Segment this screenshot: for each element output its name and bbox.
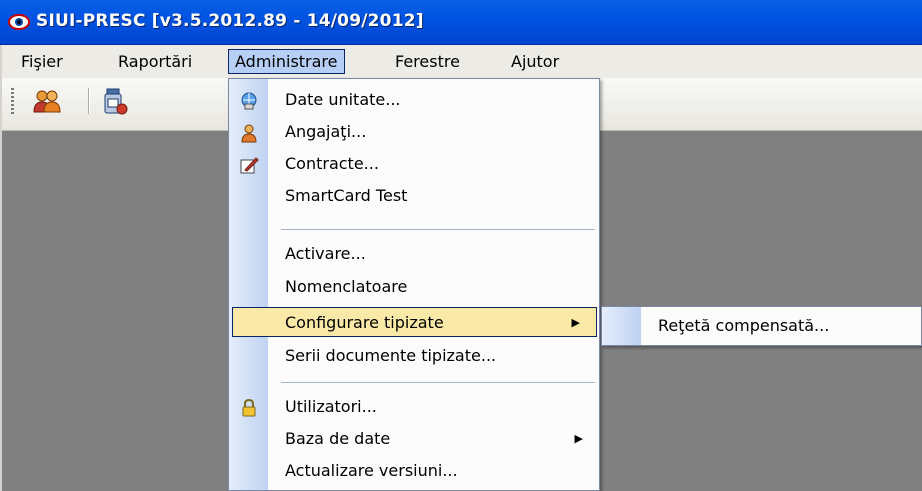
menu-ferestre[interactable]: Ferestre <box>388 49 467 74</box>
window-title: SIUI-PRESC [v3.5.2012.89 - 14/09/2012] <box>36 11 424 31</box>
menu-item-label: Configurare tipizate <box>285 313 444 332</box>
menu-item-smartcard-test[interactable]: SmartCard Test <box>229 181 599 211</box>
menu-item-date-unitate[interactable]: Date unitate... <box>229 85 599 115</box>
window-left-border <box>0 45 2 491</box>
submenu-arrow-icon: ▶ <box>574 432 583 445</box>
menu-item-actualizare-versiuni[interactable]: Actualizare versiuni... <box>229 456 599 486</box>
menu-item-label: Nomenclatoare <box>285 277 408 296</box>
menu-fisier[interactable]: Fişier <box>14 49 70 74</box>
submenu-arrow-icon: ▶ <box>571 316 580 329</box>
menu-item-label: SmartCard Test <box>285 186 408 205</box>
menu-item-label: Baza de date <box>285 429 391 448</box>
eye-logo-icon <box>8 14 30 30</box>
menu-item-angajati[interactable]: Angajaţi... <box>229 117 599 147</box>
menu-separator <box>281 382 595 383</box>
submenu-item-reteta-compensata[interactable]: Reţetă compensată... <box>658 307 829 345</box>
menu-item-label: Activare... <box>285 244 366 263</box>
menu-item-label: Date unitate... <box>285 90 401 109</box>
title-bar: SIUI-PRESC [v3.5.2012.89 - 14/09/2012] <box>0 0 922 45</box>
users-icon[interactable] <box>32 86 62 116</box>
menu-item-nomenclatoare[interactable]: Nomenclatoare <box>229 272 599 302</box>
menu-item-label: Utilizatori... <box>285 397 377 416</box>
menu-bar: Fişier Raportări Administrare Ferestre A… <box>0 45 922 79</box>
menu-separator <box>281 229 595 230</box>
menu-item-label: Actualizare versiuni... <box>285 461 458 480</box>
menu-item-contracte[interactable]: Contracte... <box>229 149 599 179</box>
menu-item-configurare-tipizate[interactable]: Configurare tipizate ▶ <box>232 307 597 337</box>
menu-ajutor[interactable]: Ajutor <box>504 49 566 74</box>
configurare-tipizate-submenu: Reţetă compensată... <box>601 306 922 346</box>
menu-item-activare[interactable]: Activare... <box>229 239 599 269</box>
menu-raportari[interactable]: Raportări <box>111 49 199 74</box>
menu-administrare[interactable]: Administrare <box>228 49 345 74</box>
edit-document-icon <box>240 157 259 174</box>
toolbar-separator <box>88 88 90 114</box>
menu-item-label: Contracte... <box>285 154 379 173</box>
medicine-bottle-icon[interactable] <box>100 86 130 116</box>
toolbar-grip[interactable] <box>11 88 14 114</box>
person-icon <box>241 124 257 143</box>
administrare-dropdown: Date unitate... Angajaţi... Contracte...… <box>228 78 600 491</box>
menu-item-label: Angajaţi... <box>285 122 367 141</box>
globe-database-icon <box>241 92 257 110</box>
menu-item-label: Serii documente tipizate... <box>285 346 497 365</box>
menu-item-utilizatori[interactable]: Utilizatori... <box>229 392 599 422</box>
menu-item-baza-de-date[interactable]: Baza de date ▶ <box>229 424 599 454</box>
menu-item-serii-documente[interactable]: Serii documente tipizate... <box>229 341 599 371</box>
submenu-icon-strip <box>602 307 641 345</box>
padlock-icon <box>242 398 256 417</box>
